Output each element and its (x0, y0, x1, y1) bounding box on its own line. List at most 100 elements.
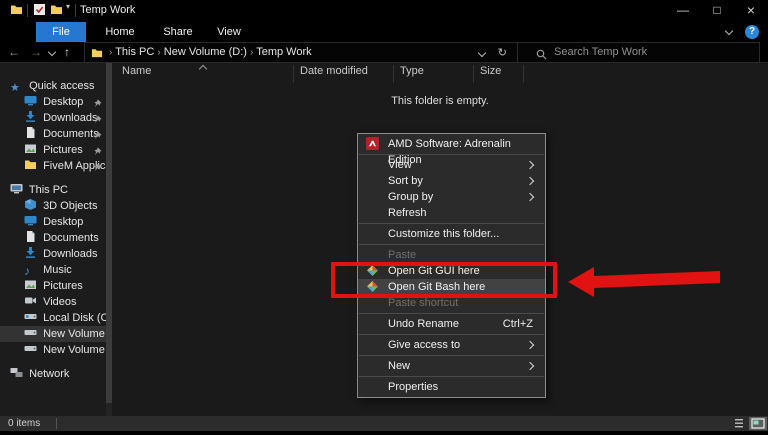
search-placeholder: Search Temp Work (554, 46, 648, 58)
music-note-icon: ♪ (24, 264, 30, 278)
address-row: ← → ↑ › This PC › New Volume (D:) › Temp… (0, 42, 768, 63)
menu-separator (359, 376, 544, 377)
sidebar-item-documents-pinned[interactable]: Documents (0, 126, 106, 142)
shortcut-label: Ctrl+Z (502, 318, 533, 330)
address-dropdown-chevron-icon[interactable] (477, 48, 487, 58)
app-folder-icon (10, 3, 23, 19)
computer-icon (10, 182, 26, 198)
tab-view[interactable]: View (208, 22, 250, 42)
submenu-chevron-icon (525, 361, 535, 371)
amd-icon (366, 137, 379, 155)
picture-icon (24, 142, 40, 158)
sidebar-item-network[interactable]: Network (0, 366, 106, 382)
drive-icon (24, 342, 40, 358)
recent-locations-chevron-icon[interactable] (47, 47, 57, 57)
sidebar-item-new-volume-d[interactable]: New Volume (D:) (0, 326, 106, 342)
menu-separator (359, 154, 544, 155)
sidebar-item-downloads[interactable]: Downloads (0, 246, 106, 262)
sidebar-item-documents[interactable]: Documents (0, 230, 106, 246)
submenu-chevron-icon (525, 192, 535, 202)
menu-item-properties[interactable]: Properties (358, 379, 545, 395)
menu-separator (359, 313, 544, 314)
column-header-name[interactable]: Name (122, 65, 151, 77)
sidebar-item-3d-objects[interactable]: 3D Objects (0, 198, 106, 214)
menu-item-refresh[interactable]: Refresh (358, 205, 545, 221)
breadcrumb-folder[interactable]: Temp Work (256, 46, 311, 58)
thumbnail-view-button[interactable] (749, 417, 767, 430)
menu-separator (359, 334, 544, 335)
up-arrow-icon[interactable]: ↑ (64, 44, 70, 60)
tab-home[interactable]: Home (98, 22, 142, 42)
menu-item-give-access-to[interactable]: Give access to (358, 337, 545, 353)
ribbon-tab-row: File Home Share View ? (0, 22, 768, 42)
sidebar-item-desktop-pinned[interactable]: Desktop (0, 94, 106, 110)
details-view-button[interactable] (730, 417, 748, 430)
sidebar-item-downloads-pinned[interactable]: Downloads (0, 110, 106, 126)
breadcrumb-drive[interactable]: New Volume (D:) (164, 46, 247, 58)
sidebar-item-desktop[interactable]: Desktop (0, 214, 106, 230)
sidebar-item-music[interactable]: ♪ Music (0, 262, 106, 278)
menu-item-view[interactable]: View (358, 157, 545, 173)
minimize-button[interactable]: — (666, 0, 700, 22)
empty-folder-message: This folder is empty. (391, 95, 489, 107)
menu-item-new[interactable]: New (358, 358, 545, 374)
sidebar-item-new-volume-g[interactable]: New Volume (G:) (0, 342, 106, 358)
pin-icon (93, 129, 102, 142)
sidebar-scrollbar-thumb[interactable] (106, 63, 112, 403)
menu-item-paste: Paste (388, 249, 417, 261)
column-header-type[interactable]: Type (400, 65, 424, 77)
status-bar: 0 items (0, 416, 768, 431)
submenu-chevron-icon (525, 340, 535, 350)
pin-icon (93, 113, 102, 126)
titlebar-separator (27, 4, 28, 17)
cube-icon (24, 198, 40, 214)
system-drive-icon (24, 310, 40, 326)
tab-share[interactable]: Share (156, 22, 200, 42)
sidebar-item-quick-access[interactable]: ★ Quick access (0, 78, 106, 94)
breadcrumb-folder-icon (91, 46, 103, 64)
qat-dropdown-icon[interactable]: ▾ (66, 2, 70, 11)
ribbon-collapse-chevron-icon[interactable] (724, 26, 734, 36)
search-box[interactable]: Search Temp Work (517, 42, 760, 63)
column-header-date-modified[interactable]: Date modified (300, 65, 368, 77)
menu-item-group-by[interactable]: Group by (358, 189, 545, 205)
column-header-size[interactable]: Size (480, 65, 501, 77)
pin-icon (93, 97, 102, 110)
sidebar-item-pictures-pinned[interactable]: Pictures (0, 142, 106, 158)
close-button[interactable]: × (734, 0, 768, 22)
menu-item-amd-software[interactable]: AMD Software: Adrenalin Edition (358, 136, 545, 166)
titlebar-separator (75, 4, 76, 17)
forward-arrow-icon[interactable]: → (30, 44, 42, 60)
annotation-highlight-rectangle (331, 262, 557, 298)
qat-properties-icon[interactable] (33, 3, 46, 19)
sidebar-item-fivem-folder-pinned[interactable]: FiveM Applicatic (0, 158, 106, 174)
sort-ascending-icon (198, 64, 208, 74)
sidebar-scrollbar[interactable] (106, 63, 112, 416)
pin-icon (93, 161, 102, 174)
breadcrumb-this-pc[interactable]: This PC (115, 46, 154, 58)
refresh-icon[interactable]: ↻ (498, 46, 507, 59)
help-icon[interactable]: ? (745, 25, 759, 39)
drive-icon (24, 326, 40, 342)
menu-item-customize-this-folder[interactable]: Customize this folder... (358, 226, 545, 242)
sidebar-item-this-pc[interactable]: This PC (0, 182, 106, 198)
sidebar-item-pictures[interactable]: Pictures (0, 278, 106, 294)
menu-item-undo-rename[interactable]: Undo Rename Ctrl+Z (358, 316, 545, 332)
network-icon (10, 366, 26, 382)
address-bar[interactable]: › This PC › New Volume (D:) › Temp Work … (84, 42, 518, 63)
sidebar-item-videos[interactable]: Videos (0, 294, 106, 310)
qat-new-folder-icon[interactable] (50, 3, 63, 19)
back-arrow-icon[interactable]: ← (8, 44, 20, 60)
star-icon: ★ (10, 82, 20, 94)
monitor-icon (24, 214, 40, 230)
tab-file[interactable]: File (36, 22, 86, 42)
maximize-button[interactable]: □ (700, 0, 734, 22)
sidebar-item-local-disk-c[interactable]: Local Disk (C:) (0, 310, 106, 326)
video-camera-icon (24, 294, 40, 310)
menu-separator (359, 244, 544, 245)
menu-item-sort-by[interactable]: Sort by (358, 173, 545, 189)
picture-icon (24, 278, 40, 294)
title-bar: ▾ Temp Work — □ × (0, 0, 768, 22)
breadcrumb: › This PC › New Volume (D:) › Temp Work (109, 46, 312, 58)
document-icon (24, 126, 40, 142)
